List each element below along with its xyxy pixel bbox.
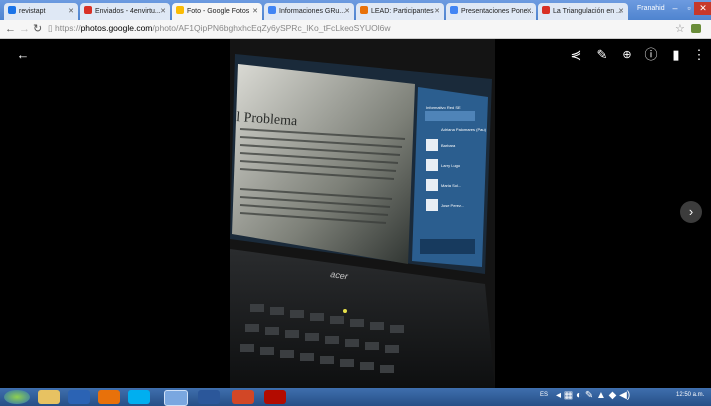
firefox-icon[interactable] [98, 390, 120, 404]
zoom-icon[interactable]: ⊕ [618, 47, 636, 63]
browser-toolbar: ← → ↻ ▯ https://photos.google.com/photo/… [0, 20, 711, 39]
photo-panel-item: Maria Sol... [441, 183, 461, 188]
start-button[interactable] [4, 390, 30, 404]
gmail-icon [84, 6, 92, 14]
address-bar[interactable]: ▯ https://photos.google.com/photo/AF1Qip… [48, 22, 668, 35]
photo-panel-item: Adriana Palomares (Pau) [441, 127, 487, 132]
clock[interactable]: 12:50 a.m. [676, 392, 704, 398]
photo-panel-item: Jose Perez... [441, 203, 464, 208]
youtube-icon [542, 6, 550, 14]
docs-icon [268, 6, 276, 14]
tab-lead[interactable]: LEAD: Participantes ✕ [356, 3, 444, 20]
tab-label: Presentaciones Pone... [461, 8, 534, 15]
delete-icon[interactable]: ▮ [667, 47, 685, 63]
language-indicator[interactable]: ES [540, 392, 548, 398]
taskbar: ES ◂ ▦ ◐ ✎ ▲ ◆ ◀) 12:50 a.m. [0, 388, 711, 406]
tab-google-photos[interactable]: Foto - Google Fotos ✕ [172, 3, 262, 20]
back-arrow-icon[interactable]: ← [14, 47, 32, 63]
edit-icon[interactable]: ✎ [593, 47, 611, 63]
close-icon[interactable]: ✕ [618, 3, 624, 20]
profile-button[interactable]: Franahid [637, 3, 665, 15]
reload-icon[interactable]: ↻ [33, 22, 42, 36]
media-player-icon[interactable] [68, 390, 90, 404]
share-icon[interactable]: ⋞ [567, 47, 585, 63]
tab-gmail[interactable]: Enviados - 4envirtu... ✕ [80, 3, 170, 20]
forward-icon[interactable]: → [19, 22, 30, 36]
lead-icon [360, 6, 368, 14]
url-scheme: https:// [55, 23, 81, 33]
photo-laptop-screen: l Problema Informativo Red SE Adriana Pa… [230, 39, 495, 388]
url-path: /photo/AF1QipPN6bghxhcEqZy6ySPRc_lKo_tFc… [152, 23, 391, 33]
close-icon[interactable]: ✕ [344, 3, 350, 20]
system-tray-icons[interactable]: ◂ ▦ ◐ ✎ ▲ ◆ ◀) [556, 390, 630, 401]
tab-presentaciones[interactable]: Presentaciones Pone... ✕ [446, 3, 536, 20]
tab-label: Informaciones GRu... [279, 8, 346, 15]
close-icon[interactable]: ✕ [434, 3, 440, 20]
powerpoint-icon[interactable] [232, 390, 254, 404]
tab-label: Enviados - 4envirtu... [95, 8, 161, 15]
photo-panel-title: Informativo Red SE [426, 105, 461, 110]
more-options-icon[interactable]: ⋮ [692, 47, 706, 63]
page-icon: ▯ [48, 23, 56, 33]
close-icon[interactable]: ✕ [160, 3, 166, 20]
skype-icon[interactable] [128, 390, 150, 404]
browser-chrome: revistapt ✕ Enviados - 4envirtu... ✕ Foto … [0, 0, 711, 39]
tab-label: LEAD: Participantes [371, 8, 434, 15]
photo-viewer: l Problema Informativo Red SE Adriana Pa… [0, 39, 711, 388]
docs-icon [450, 6, 458, 14]
photo-image: l Problema Informativo Red SE Adriana Pa… [230, 39, 495, 388]
back-icon[interactable]: ← [5, 22, 16, 36]
close-icon[interactable]: ✕ [252, 3, 258, 20]
tab-label: La Triangulación en ... [553, 8, 622, 15]
tab-strip: revistapt ✕ Enviados - 4envirtu... ✕ Foto … [0, 0, 711, 20]
twitter-icon [8, 6, 16, 14]
bookmark-star-icon[interactable]: ☆ [675, 22, 685, 35]
tab-revistapt[interactable]: revistapt ✕ [4, 3, 78, 20]
tab-label: Foto - Google Fotos [187, 8, 250, 15]
tab-triangulacion[interactable]: La Triangulación en ... ✕ [538, 3, 628, 20]
extension-icon[interactable] [691, 24, 701, 33]
info-icon[interactable]: ⓘ [642, 47, 660, 63]
acrobat-icon[interactable] [264, 390, 286, 404]
tab-informaciones[interactable]: Informaciones GRu... ✕ [264, 3, 354, 20]
tab-label: revistapt [19, 8, 46, 15]
chrome-icon[interactable] [164, 390, 188, 406]
photo-panel-item: Barbara [441, 143, 456, 148]
file-explorer-icon[interactable] [38, 390, 60, 404]
google-photos-icon [176, 6, 184, 14]
close-icon[interactable]: ✕ [526, 3, 532, 20]
photo-panel-item: Larry Lugo [441, 163, 461, 168]
close-icon[interactable]: ✕ [68, 3, 74, 20]
next-photo-button[interactable]: › [680, 201, 702, 223]
close-window-button[interactable]: ✕ [694, 2, 711, 15]
url-host: photos.google.com [80, 23, 153, 33]
word-icon[interactable] [198, 390, 220, 404]
